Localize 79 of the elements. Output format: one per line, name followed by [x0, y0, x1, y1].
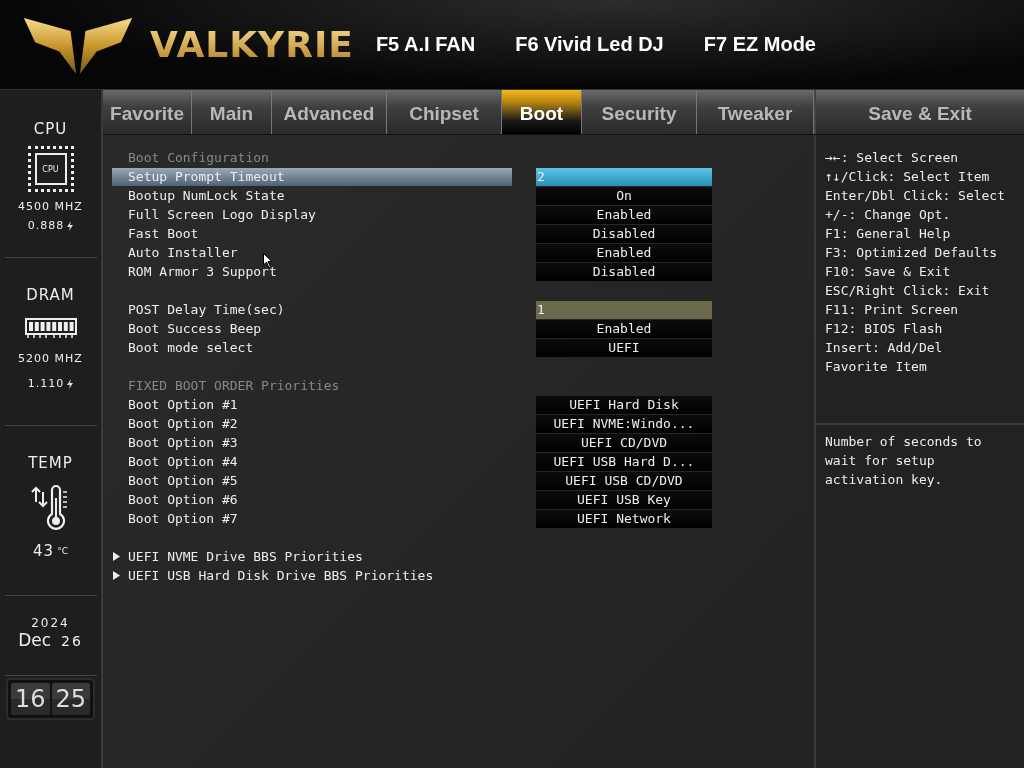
memory-module-icon — [23, 316, 78, 340]
section-heading: Boot Configuration — [128, 150, 269, 165]
setting-value[interactable]: 1 — [536, 300, 712, 319]
dram-frequency: 5200 MHZ — [18, 352, 83, 365]
setting-value[interactable]: UEFI NVME:Windo... — [536, 414, 712, 433]
menu-tab[interactable]: Security — [582, 90, 697, 134]
key-hint: F11: Print Screen — [825, 301, 960, 319]
setting-value[interactable]: Disabled — [536, 224, 712, 243]
menu-tab[interactable]: Chipset — [387, 90, 502, 134]
key-hint: F1: General Help — [825, 225, 952, 243]
setting-label[interactable]: Boot Option #3 — [112, 433, 512, 452]
key-hint: F3: Optimized Defaults — [825, 244, 999, 262]
setting-label[interactable]: Boot Option #6 — [112, 490, 512, 509]
bolt-icon — [67, 220, 74, 231]
setting-value[interactable]: UEFI — [536, 338, 712, 357]
menu-tab[interactable]: Favorite — [103, 90, 192, 134]
setting-value[interactable]: UEFI USB Hard D... — [536, 452, 712, 471]
setting-label[interactable]: Full Screen Logo Display — [112, 205, 512, 224]
setting-label[interactable]: Fast Boot — [112, 224, 512, 243]
setting-label[interactable]: Boot mode select — [112, 338, 512, 357]
dram-label: DRAM — [26, 286, 75, 304]
triangle-right-icon — [113, 552, 120, 561]
submenu-link[interactable]: UEFI NVME Drive BBS Priorities — [128, 549, 363, 564]
menu-tab[interactable]: Advanced — [272, 90, 387, 134]
setting-value[interactable]: Enabled — [536, 319, 712, 338]
cpu-frequency: 4500 MHZ — [18, 200, 83, 213]
hotkey-link[interactable]: F6 Vivid Led DJ — [515, 33, 664, 56]
setting-label[interactable]: Bootup NumLock State — [112, 186, 512, 205]
setting-label[interactable]: Auto Installer — [112, 243, 512, 262]
menu-tab[interactable]: Save & Exit — [814, 90, 1024, 134]
temp-label: TEMP — [28, 454, 73, 472]
setting-value[interactable]: UEFI Network — [536, 509, 712, 528]
setting-value[interactable]: UEFI USB CD/DVD — [536, 471, 712, 490]
hotkey-link[interactable]: F7 EZ Mode — [703, 33, 816, 56]
date-day: 26 — [61, 633, 83, 649]
key-hint: F12: BIOS Flash — [825, 320, 944, 338]
key-hint: →←: Select Screen — [825, 149, 960, 167]
key-hint: F10: Save & Exit — [825, 263, 952, 281]
clock-minute: 25 — [51, 683, 91, 715]
setting-label[interactable]: Boot Option #7 — [112, 509, 512, 528]
menu-tab[interactable]: Main — [192, 90, 272, 134]
setting-value[interactable]: UEFI USB Key — [536, 490, 712, 509]
key-hint: +/-: Change Opt. — [825, 206, 952, 224]
key-hint: Enter/Dbl Click: Select — [825, 187, 1006, 205]
menu-tab[interactable]: Boot — [502, 90, 582, 134]
setting-label[interactable]: Boot Success Beep — [112, 319, 512, 338]
date-month: Dec — [18, 630, 52, 650]
setting-label[interactable]: ROM Armor 3 Support — [112, 262, 512, 281]
setting-value[interactable]: Enabled — [536, 243, 712, 262]
setting-label[interactable]: Boot Option #5 — [112, 471, 512, 490]
setting-label[interactable]: POST Delay Time(sec) — [112, 300, 512, 319]
temperature-unit: °C — [57, 546, 68, 556]
key-hint: ESC/Right Click: Exit — [825, 282, 991, 300]
help-description: Number of seconds to wait for setup activation key. — [825, 433, 983, 489]
hotkey-link[interactable]: F5 A.I FAN — [375, 33, 476, 56]
setting-value[interactable]: Enabled — [536, 205, 712, 224]
setting-value[interactable]: Disabled — [536, 262, 712, 281]
setting-value[interactable]: UEFI Hard Disk — [536, 395, 712, 414]
menu-tab[interactable]: Tweaker — [697, 90, 814, 134]
key-hint: Insert: Add/Del — [825, 339, 944, 357]
dram-voltage: 1.110 — [27, 377, 65, 390]
setting-label[interactable]: Boot Option #4 — [112, 452, 512, 471]
mouse-pointer-icon — [263, 253, 273, 269]
key-hint: Favorite Item — [825, 358, 928, 376]
setting-value[interactable]: UEFI CD/DVD — [536, 433, 712, 452]
cpu-chip-icon: CPU — [27, 146, 74, 192]
triangle-right-icon — [113, 571, 120, 580]
submenu-link[interactable]: UEFI USB Hard Disk Drive BBS Priorities — [128, 568, 434, 583]
section-heading: FIXED BOOT ORDER Priorities — [128, 378, 340, 393]
cpu-voltage: 0.888 — [27, 219, 65, 232]
bolt-icon — [67, 378, 74, 389]
date-year: 2024 — [31, 616, 70, 630]
setting-value[interactable]: On — [536, 186, 712, 205]
clock-hour: 16 — [10, 683, 50, 715]
setting-label[interactable]: Boot Option #1 — [112, 395, 512, 414]
key-hint: ↑↓/Click: Select Item — [825, 168, 991, 186]
cpu-label: CPU — [33, 120, 68, 138]
setting-label[interactable]: Boot Option #2 — [112, 414, 512, 433]
temperature-value: 43 — [33, 542, 55, 560]
